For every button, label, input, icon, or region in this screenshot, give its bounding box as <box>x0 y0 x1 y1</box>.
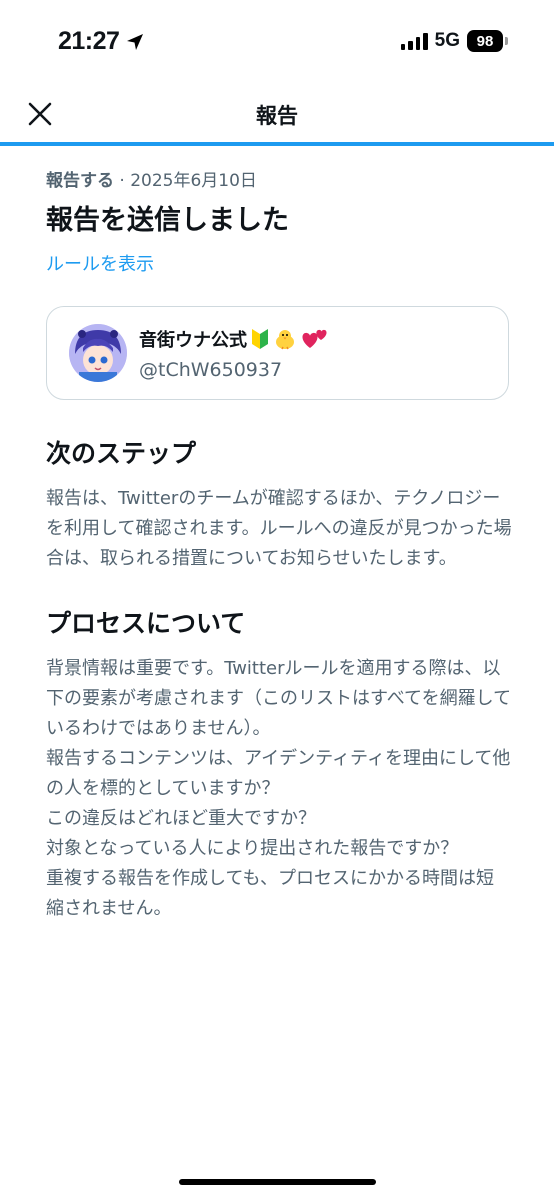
report-confirmation-screen: 21:27 5G 98 報告 報告する · 2025年6月10日 報告を送信しま… <box>0 0 554 1200</box>
page-title: 報告 <box>256 104 298 128</box>
process-body: 背景情報は重要です。Twitterルールを適用する際は、以下の要素が考慮されます… <box>46 654 512 924</box>
battery-level: 98 <box>467 30 503 52</box>
hearts-icon <box>301 328 329 350</box>
process-paragraph: 報告するコンテンツは、アイデンティティを理由にして他の人を標的としていますか？ <box>46 748 511 800</box>
next-steps-title: 次のステップ <box>46 439 197 469</box>
status-bar: 21:27 5G 98 <box>0 0 554 84</box>
account-handle: @tChW650937 <box>139 358 283 381</box>
home-indicator[interactable] <box>179 1179 376 1185</box>
reported-account-card[interactable]: 音街ウナ公式 @tChW650937 <box>46 306 509 401</box>
account-name-row: 音街ウナ公式 <box>139 326 329 352</box>
process-paragraph: この違反はどれほど重大ですか？ <box>46 808 316 830</box>
process-paragraph: 対象となっている人により提出された報告ですか？ <box>46 838 459 860</box>
report-meta-label: 報告する <box>46 171 114 191</box>
status-time-group: 21:27 <box>58 27 145 56</box>
nav-header: 報告 <box>0 84 554 144</box>
beginner-mark-icon <box>251 328 269 350</box>
avatar <box>69 324 127 383</box>
view-rules-link[interactable]: ルールを表示 <box>46 250 154 276</box>
account-name: 音街ウナ公式 <box>139 329 247 351</box>
chick-icon <box>273 328 297 350</box>
report-meta-separator: · <box>114 171 131 191</box>
report-date: 2025年6月10日 <box>130 171 257 191</box>
status-time: 21:27 <box>58 27 120 55</box>
location-arrow-icon <box>127 33 144 50</box>
network-type: 5G <box>434 30 460 51</box>
status-indicators: 5G 98 <box>400 30 508 52</box>
main-content: 報告する · 2025年6月10日 報告を送信しました ルールを表示 音街ウナ公… <box>46 146 512 924</box>
report-headline: 報告を送信しました <box>46 205 289 236</box>
process-paragraph: 背景情報は重要です。Twitterルールを適用する際は、以下の要素が考慮されます… <box>46 658 512 740</box>
report-meta: 報告する · 2025年6月10日 <box>46 166 512 191</box>
process-title: プロセスについて <box>46 609 246 639</box>
process-paragraph: 重複する報告を作成しても、プロセスにかかる時間は短縮されません。 <box>46 868 495 920</box>
battery-icon: 98 <box>467 30 508 52</box>
cellular-signal-icon <box>400 32 428 50</box>
next-steps-body: 報告は、Twitterのチームが確認するほか、テクノロジーを利用して確認されます… <box>46 488 512 570</box>
account-text: 音街ウナ公式 @tChW650937 <box>139 326 329 381</box>
